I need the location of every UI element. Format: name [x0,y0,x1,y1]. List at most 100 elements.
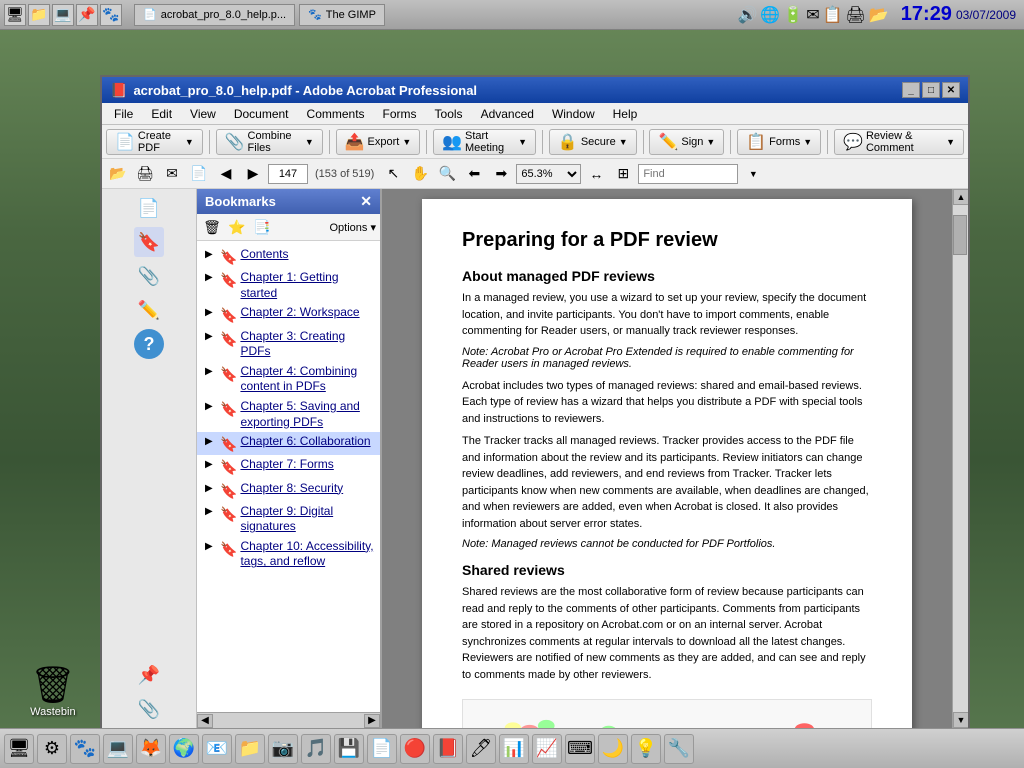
bm-options-button[interactable]: Options ▾ [330,221,377,234]
battery-icon[interactable]: 🔋 [783,5,803,25]
close-button[interactable]: ✕ [942,82,960,98]
menu-document[interactable]: Document [226,105,297,123]
panel-icon-bookmarks[interactable]: 🔖 [134,227,164,257]
secure-button[interactable]: 🔒 Secure ▼ [549,129,637,155]
find-input[interactable] [638,164,738,184]
bottom-icon-4[interactable]: 💻 [103,734,133,764]
page-number-input[interactable] [268,164,308,184]
bottom-icon-19[interactable]: 🌙 [598,734,628,764]
cursor-tool-button[interactable]: ↖ [381,162,405,186]
bottom-icon-17[interactable]: 📈 [532,734,562,764]
list-item[interactable]: ▶ 🔖 Chapter 6: Collaboration [197,432,380,455]
menu-forms[interactable]: Forms [375,105,425,123]
bottom-icon-11[interactable]: 💾 [334,734,364,764]
bottom-icon-20[interactable]: 💡 [631,734,661,764]
bottom-icon-21[interactable]: 🔧 [664,734,694,764]
list-item[interactable]: ▶ 🔖 Chapter 2: Workspace [197,303,380,326]
menu-advanced[interactable]: Advanced [473,105,542,123]
list-item[interactable]: ▶ 🔖 Chapter 8: Security [197,479,380,502]
bm-expand-button[interactable]: 📑 [251,217,273,237]
scrollbar-thumb[interactable] [953,215,967,255]
bottom-icon-14[interactable]: 📕 [433,734,463,764]
panel-icon-attach-file[interactable]: 📎 [134,694,164,724]
network-icon[interactable]: 🌐 [760,5,780,25]
scroll-left-button[interactable]: ◀ [197,714,213,728]
folder-open-button[interactable]: 📂 [106,162,130,186]
taskbar-app-gimp[interactable]: 🐾 The GIMP [299,4,385,26]
find-prev-button[interactable]: ▼ [741,162,765,186]
bottom-icon-8[interactable]: 📁 [235,734,265,764]
list-item[interactable]: ▶ 🔖 Chapter 5: Saving and exporting PDFs [197,397,380,432]
taskbar-app-acrobat[interactable]: 📄 acrobat_pro_8.0_help.p... [134,4,295,26]
bottom-icon-2[interactable]: ⚙ [37,734,67,764]
email-button[interactable]: ✉ [160,162,184,186]
bm-add-button[interactable]: ⭐ [226,217,248,237]
scrollbar-track[interactable] [953,205,968,712]
nav-back-button[interactable]: ◀ [214,162,238,186]
menu-edit[interactable]: Edit [143,105,180,123]
clipboard-icon[interactable]: 📋 [823,5,843,25]
taskbar-icon-5[interactable]: 🐾 [100,4,122,26]
volume-icon[interactable]: 🔊 [737,5,757,25]
list-item[interactable]: ▶ 🔖 Chapter 9: Digital signatures [197,502,380,537]
bottom-icon-1[interactable]: 🖥 [4,734,34,764]
menu-help[interactable]: Help [605,105,646,123]
sign-button[interactable]: ✏️ Sign ▼ [649,129,724,155]
menu-window[interactable]: Window [544,105,603,123]
expand-icon[interactable]: ▶ [205,248,217,261]
zoom-select[interactable]: 65.3% 50% 75% 100% 125% [516,164,581,184]
expand-icon[interactable]: ▶ [205,271,217,284]
menu-comments[interactable]: Comments [299,105,373,123]
expand-icon[interactable]: ▶ [205,458,217,471]
panel-icon-comments[interactable]: ✏️ [134,295,164,325]
single-page-button[interactable]: 📄 [187,162,211,186]
taskbar-icon-3[interactable]: 💻 [52,4,74,26]
expand-icon[interactable]: ▶ [205,505,217,518]
scroll-up-button[interactable]: ▲ [953,189,968,205]
scroll-down-button[interactable]: ▼ [953,712,968,728]
list-item[interactable]: ▶ 🔖 Chapter 4: Combining content in PDFs [197,362,380,397]
bottom-icon-10[interactable]: 🎵 [301,734,331,764]
bm-delete-button[interactable]: 🗑 [201,217,223,237]
list-item[interactable]: ▶ 🔖 Chapter 7: Forms [197,455,380,478]
expand-icon[interactable]: ▶ [205,482,217,495]
panel-icon-stamps[interactable]: 📌 [134,660,164,690]
bottom-icon-15[interactable]: 🖊 [466,734,496,764]
folder-icon[interactable]: 📂 [869,5,889,25]
bottom-icon-9[interactable]: 📷 [268,734,298,764]
maximize-button[interactable]: □ [922,82,940,98]
taskbar-icon-4[interactable]: 📌 [76,4,98,26]
fit-page-button[interactable]: ⊞ [611,162,635,186]
print-button[interactable]: 🖨 [133,162,157,186]
printer-icon[interactable]: 🖨 [846,5,866,25]
expand-icon[interactable]: ▶ [205,400,217,413]
review-comment-button[interactable]: 💬 Review & Comment ▼ [834,129,964,155]
panel-icon-help[interactable]: ? [134,329,164,359]
combine-files-button[interactable]: 📎 Combine Files ▼ [216,129,323,155]
nav-next-button[interactable]: ➡ [489,162,513,186]
expand-icon[interactable]: ▶ [205,330,217,343]
taskbar-icon-1[interactable]: 🖥 [4,4,26,26]
bottom-icon-7[interactable]: 📧 [202,734,232,764]
forms-button[interactable]: 📋 Forms ▼ [737,129,821,155]
pdf-viewport[interactable]: Preparing for a PDF review About managed… [382,189,952,728]
taskbar-icon-2[interactable]: 📁 [28,4,50,26]
menu-tools[interactable]: Tools [427,105,471,123]
nav-forward-button[interactable]: ▶ [241,162,265,186]
hand-tool-button[interactable]: ✋ [408,162,432,186]
minimize-button[interactable]: _ [902,82,920,98]
list-item[interactable]: ▶ 🔖 Contents [197,245,380,268]
expand-icon[interactable]: ▶ [205,365,217,378]
expand-icon[interactable]: ▶ [205,306,217,319]
bottom-icon-3[interactable]: 🐾 [70,734,100,764]
zoom-in-button[interactable]: 🔍 [435,162,459,186]
list-item[interactable]: ▶ 🔖 Chapter 10: Accessibility, tags, and… [197,537,380,572]
list-item[interactable]: ▶ 🔖 Chapter 1: Getting started [197,268,380,303]
export-button[interactable]: 📤 Export ▼ [336,129,421,155]
menu-file[interactable]: File [106,105,141,123]
mail-icon[interactable]: ✉ [806,5,819,25]
bottom-icon-5[interactable]: 🦊 [136,734,166,764]
nav-prev-button[interactable]: ⬅ [462,162,486,186]
wastebin[interactable]: 🗑 Wastebin [30,664,76,718]
scroll-right-button[interactable]: ▶ [364,714,380,728]
